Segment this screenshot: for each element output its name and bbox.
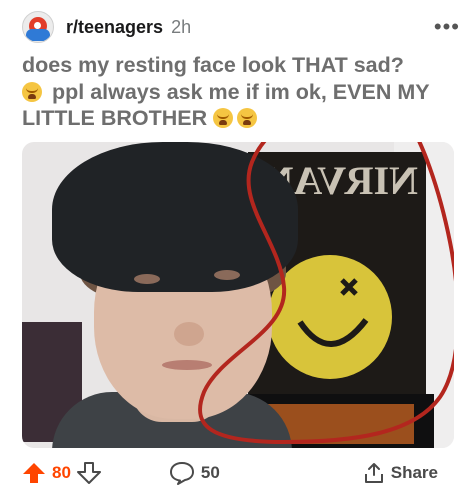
crying-face-icon (213, 108, 234, 128)
subreddit-name[interactable]: r/teenagers (66, 17, 163, 38)
share-button[interactable]: Share (363, 462, 438, 484)
post-image[interactable]: NIRVANA (22, 142, 454, 448)
post-title-text: does my resting face look THAT sad? (22, 53, 404, 77)
post-age: 2h (171, 16, 192, 37)
downvote-arrow-icon[interactable] (76, 462, 101, 484)
comments-button[interactable]: 50 (169, 461, 226, 485)
comment-count: 50 (200, 463, 220, 482)
post-action-bar: 80 50 Share (22, 456, 454, 490)
crying-face-icon (237, 108, 258, 128)
crying-face-icon (22, 81, 42, 102)
vote-group: 80 (22, 462, 101, 484)
post-title[interactable]: does my resting face look THAT sad? ppl … (22, 52, 462, 132)
upvote-arrow-icon[interactable] (22, 462, 46, 484)
comment-bubble-icon (169, 461, 195, 485)
red-circle-annotation (198, 142, 454, 445)
more-options-icon[interactable]: ••• (434, 16, 460, 38)
post-header: r/teenagers 2h ••• (22, 10, 460, 44)
share-label: Share (390, 463, 438, 482)
subreddit-avatar[interactable] (22, 11, 54, 43)
upvote-count: 80 (52, 463, 71, 482)
share-icon (363, 462, 385, 484)
